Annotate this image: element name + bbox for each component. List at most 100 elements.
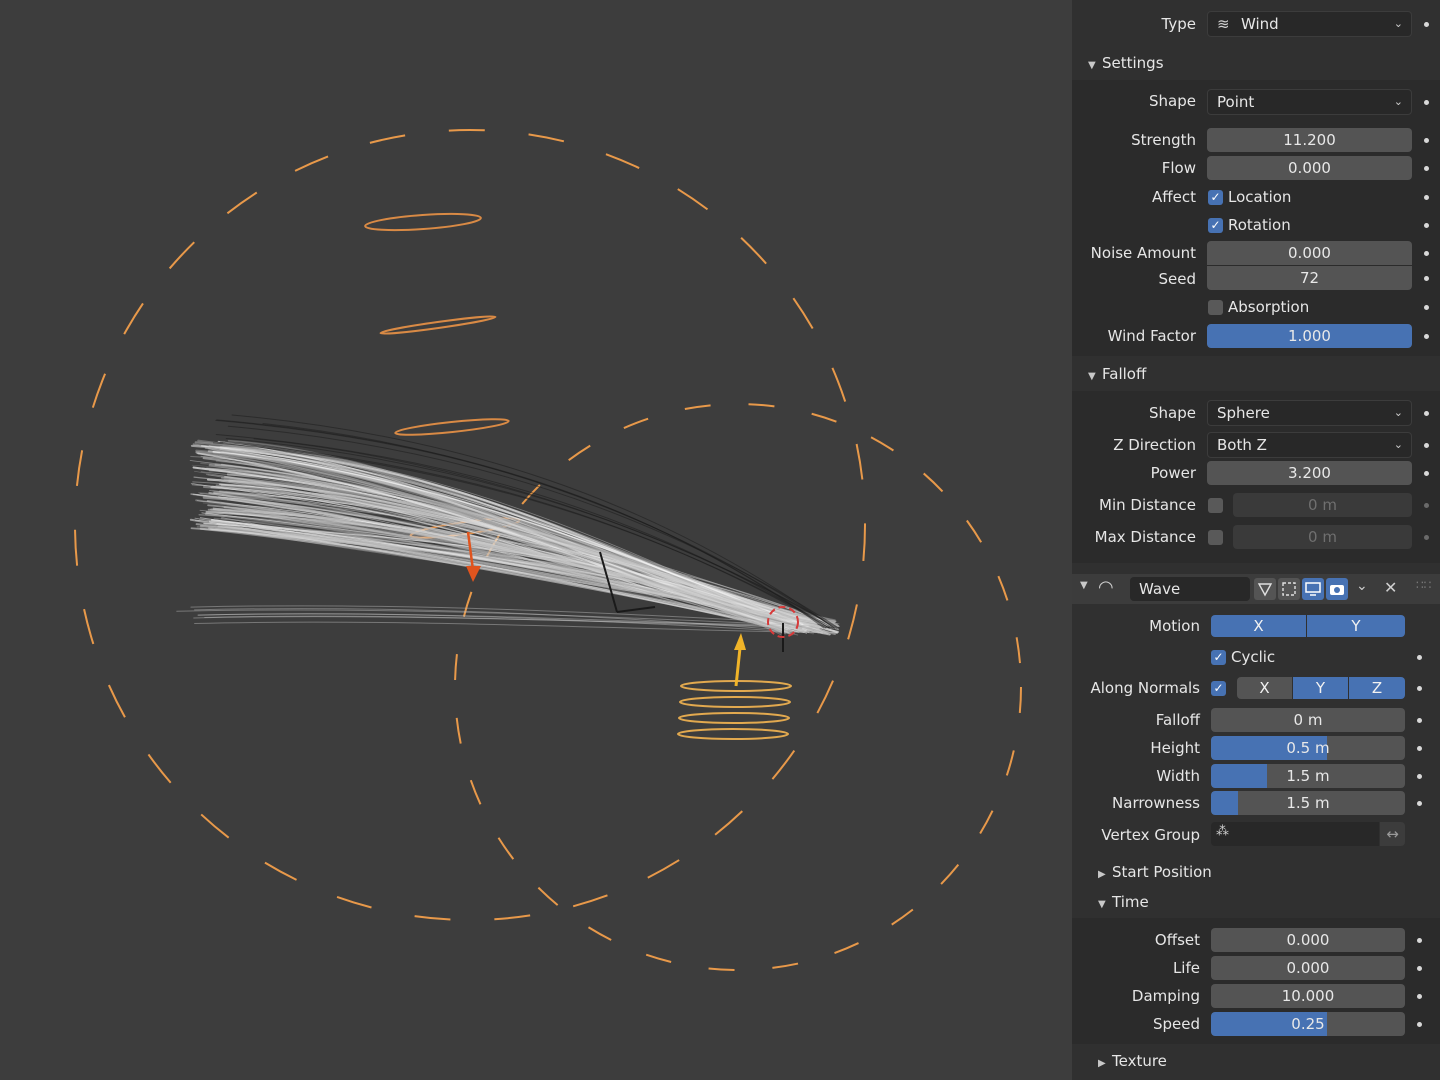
animate-dot[interactable]	[1417, 801, 1422, 806]
start-position-header[interactable]: ▶ Start Position	[1072, 857, 1440, 887]
damping-field[interactable]: 10.000	[1211, 984, 1405, 1008]
offset-field[interactable]: 0.000	[1211, 928, 1405, 952]
3d-viewport[interactable]	[0, 0, 1072, 1080]
close-icon[interactable]: ✕	[1384, 578, 1397, 597]
drag-handle-icon[interactable]: ∷∷	[1416, 578, 1431, 592]
type-value: Wind	[1241, 15, 1279, 33]
viewport-display-toggle-icon[interactable]	[1302, 578, 1324, 600]
vertex-group-label: Vertex Group	[1101, 826, 1200, 844]
damping-value: 10.000	[1281, 987, 1335, 1005]
life-field[interactable]: 0.000	[1211, 956, 1405, 980]
wave-rings	[677, 680, 792, 740]
speed-slider[interactable]: 0.25	[1211, 1012, 1405, 1036]
along-normals-x-toggle[interactable]: X	[1237, 677, 1292, 699]
wave-falloff-value: 0 m	[1293, 711, 1323, 729]
shape-dropdown[interactable]: Point ⌄	[1207, 89, 1412, 115]
render-toggle-icon[interactable]	[1326, 578, 1348, 600]
flow-value: 0.000	[1288, 159, 1331, 177]
wave-direction-arrow	[734, 633, 746, 687]
height-label: Height	[1150, 739, 1200, 757]
along-normals-z-toggle[interactable]: Z	[1349, 677, 1405, 699]
flow-field[interactable]: 0.000	[1207, 156, 1412, 180]
edit-mode-toggle-icon[interactable]	[1254, 578, 1276, 600]
animate-dot[interactable]	[1417, 746, 1422, 751]
texture-header[interactable]: ▶ Texture	[1072, 1046, 1440, 1076]
type-dropdown[interactable]: ≋ Wind ⌄	[1207, 11, 1412, 37]
animate-dot[interactable]	[1424, 443, 1429, 448]
shape-label: Shape	[1149, 92, 1196, 110]
animate-dot[interactable]	[1424, 411, 1429, 416]
falloff-shape-dropdown[interactable]: Sphere ⌄	[1207, 400, 1412, 426]
wave-field-circle[interactable]	[454, 403, 1022, 971]
along-normals-y-toggle[interactable]: Y	[1293, 677, 1348, 699]
max-distance-checkbox[interactable]	[1208, 530, 1223, 545]
animate-dot[interactable]	[1424, 166, 1429, 171]
z-direction-dropdown[interactable]: Both Z ⌄	[1207, 432, 1412, 458]
min-distance-checkbox[interactable]	[1208, 498, 1223, 513]
animate-dot[interactable]	[1424, 22, 1429, 27]
life-label: Life	[1172, 959, 1200, 977]
animate-dot[interactable]	[1424, 305, 1429, 310]
max-distance-field: 0 m	[1233, 525, 1412, 549]
offset-value: 0.000	[1286, 931, 1330, 949]
properties-panel: Type ≋ Wind ⌄ ▼ Settings Shape Point ⌄ Str…	[1072, 0, 1440, 1080]
falloff-shape-label: Shape	[1149, 404, 1196, 422]
animate-dot[interactable]	[1417, 774, 1422, 779]
vertex-group-input[interactable]: ⁂	[1211, 822, 1379, 846]
animate-dot[interactable]	[1424, 276, 1429, 281]
location-checkbox[interactable]: ✓	[1208, 190, 1223, 205]
power-value: 3.200	[1288, 464, 1331, 482]
motion-x-toggle[interactable]: X	[1211, 615, 1306, 637]
animate-dot[interactable]	[1417, 966, 1422, 971]
modifier-name: Wave	[1139, 580, 1181, 598]
time-header[interactable]: ▼ Time	[1072, 887, 1440, 917]
cyclic-checkbox[interactable]: ✓	[1211, 650, 1226, 665]
height-slider[interactable]: 0.5 m	[1211, 736, 1405, 760]
invert-arrows-icon[interactable]: ↔	[1380, 822, 1405, 846]
animate-dot[interactable]	[1424, 100, 1429, 105]
wind-factor-slider[interactable]: 1.000	[1207, 324, 1412, 348]
shape-value: Point	[1217, 93, 1255, 111]
wave-modifier-icon: ◠	[1098, 577, 1114, 598]
along-normals-checkbox[interactable]: ✓	[1211, 681, 1226, 696]
animate-dot[interactable]	[1417, 686, 1422, 691]
seed-field[interactable]: 72	[1207, 266, 1412, 290]
animate-dot[interactable]	[1424, 334, 1429, 339]
narrowness-slider[interactable]: 1.5 m	[1211, 791, 1405, 815]
strength-label: Strength	[1131, 131, 1196, 149]
modifier-name-input[interactable]: Wave	[1130, 577, 1250, 601]
animate-dot[interactable]	[1424, 138, 1429, 143]
wave-falloff-label: Falloff	[1155, 711, 1200, 729]
cage-toggle-icon[interactable]	[1278, 578, 1300, 600]
triangle-down-icon[interactable]: ▼	[1080, 580, 1088, 591]
noise-field[interactable]: 0.000	[1207, 241, 1412, 265]
animate-dot[interactable]	[1424, 223, 1429, 228]
animate-dot[interactable]	[1424, 251, 1429, 256]
power-field[interactable]: 3.200	[1207, 461, 1412, 485]
noise-value: 0.000	[1288, 244, 1331, 262]
noise-label: Noise Amount	[1090, 244, 1196, 262]
width-slider[interactable]: 1.5 m	[1211, 764, 1405, 788]
rotation-checkbox[interactable]: ✓	[1208, 218, 1223, 233]
falloff-header[interactable]: ▼ Falloff	[1072, 359, 1440, 389]
vertex-group-icon: ⁂	[1216, 824, 1229, 839]
absorption-checkbox[interactable]	[1208, 300, 1223, 315]
location-label: Location	[1228, 188, 1292, 206]
wave-falloff-field[interactable]: 0 m	[1211, 708, 1405, 732]
texture-title: Texture	[1112, 1052, 1167, 1070]
animate-dot[interactable]	[1417, 1022, 1422, 1027]
motion-label: Motion	[1149, 617, 1200, 635]
animate-dot[interactable]	[1424, 471, 1429, 476]
animate-dot[interactable]	[1417, 938, 1422, 943]
strength-field[interactable]: 11.200	[1207, 128, 1412, 152]
triangle-right-icon: ▶	[1098, 869, 1106, 880]
width-value: 1.5 m	[1286, 767, 1330, 785]
seed-value: 72	[1299, 269, 1320, 287]
animate-dot[interactable]	[1417, 655, 1422, 660]
chevron-down-icon[interactable]: ⌄	[1356, 578, 1368, 594]
animate-dot[interactable]	[1424, 195, 1429, 200]
animate-dot[interactable]	[1417, 994, 1422, 999]
settings-header[interactable]: ▼ Settings	[1072, 48, 1440, 78]
animate-dot[interactable]	[1417, 718, 1422, 723]
motion-y-toggle[interactable]: Y	[1307, 615, 1405, 637]
